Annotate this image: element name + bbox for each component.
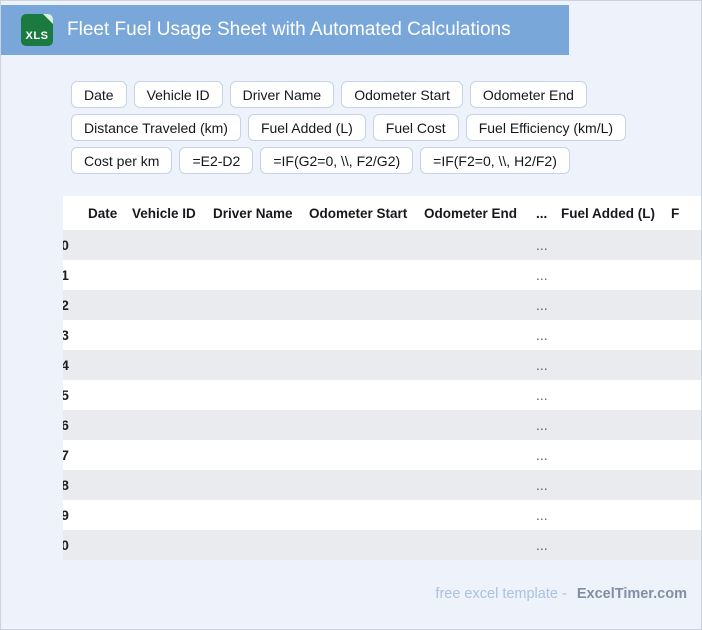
row-clipped-value: 0 [63, 537, 73, 553]
chip-row-2: Distance Traveled (km) Fuel Added (L) Fu… [71, 114, 701, 141]
footer-text: free excel template - [435, 586, 567, 602]
col-header-date: Date [88, 205, 118, 221]
row-ellipsis: ... [536, 447, 548, 463]
row-ellipsis: ... [536, 507, 548, 523]
table-row: 7 ... [63, 440, 701, 470]
chip-fuel-added[interactable]: Fuel Added (L) [247, 114, 366, 141]
chip-date[interactable]: Date [71, 81, 127, 108]
table-row: 0 ... [63, 230, 701, 260]
chip-cost-per-km[interactable]: Cost per km [71, 147, 173, 174]
col-header-fuel-cost-clipped: F [671, 205, 680, 221]
chip-odometer-end[interactable]: Odometer End [469, 81, 587, 108]
row-ellipsis: ... [536, 237, 548, 253]
row-clipped-value: 7 [63, 447, 73, 463]
data-table: Date Vehicle ID Driver Name Odometer Sta… [63, 196, 701, 560]
chip-vehicle-id[interactable]: Vehicle ID [133, 81, 223, 108]
chip-distance-traveled[interactable]: Distance Traveled (km) [71, 114, 241, 141]
table-header-row: Date Vehicle ID Driver Name Odometer Sta… [63, 196, 701, 230]
row-clipped-value: 3 [63, 327, 73, 343]
row-clipped-value: 5 [63, 387, 73, 403]
row-ellipsis: ... [536, 357, 548, 373]
row-clipped-value: 8 [63, 477, 73, 493]
folded-corner-icon [43, 14, 53, 24]
chip-fuel-cost[interactable]: Fuel Cost [372, 114, 459, 141]
col-header-vehicle-id: Vehicle ID [132, 205, 196, 221]
row-clipped-value: 4 [63, 357, 73, 373]
row-ellipsis: ... [536, 327, 548, 343]
table-row: 2 ... [63, 290, 701, 320]
chip-formula-efficiency[interactable]: =IF(G2=0, \\, F2/G2) [260, 147, 414, 174]
row-ellipsis: ... [536, 387, 548, 403]
row-ellipsis: ... [536, 297, 548, 313]
chip-odometer-start[interactable]: Odometer Start [341, 81, 463, 108]
page-title: Fleet Fuel Usage Sheet with Automated Ca… [67, 19, 511, 40]
col-header-ellipsis: ... [536, 205, 548, 221]
chip-fuel-efficiency[interactable]: Fuel Efficiency (km/L) [465, 114, 627, 141]
table-row: 3 ... [63, 320, 701, 350]
table-row: 9 ... [63, 500, 701, 530]
row-ellipsis: ... [536, 537, 548, 553]
table-row: 8 ... [63, 470, 701, 500]
table-row: 6 ... [63, 410, 701, 440]
chip-row-3: Cost per km =E2-D2 =IF(G2=0, \\, F2/G2) … [71, 147, 701, 174]
table-row: 0 ... [63, 530, 701, 560]
chip-formula-distance[interactable]: =E2-D2 [179, 147, 254, 174]
row-clipped-value: 0 [63, 237, 73, 253]
col-header-odometer-end: Odometer End [424, 205, 518, 221]
table-row: 1 ... [63, 260, 701, 290]
row-clipped-value: 2 [63, 297, 73, 313]
row-ellipsis: ... [536, 267, 548, 283]
footer-brand-link[interactable]: ExcelTimer.com [577, 586, 687, 602]
table-row: 5 ... [63, 380, 701, 410]
table-inner: Date Vehicle ID Driver Name Odometer Sta… [63, 196, 701, 560]
row-clipped-value: 1 [63, 267, 73, 283]
row-ellipsis: ... [536, 417, 548, 433]
xls-file-icon: XLS [21, 14, 53, 46]
col-header-driver-name: Driver Name [213, 205, 293, 221]
row-ellipsis: ... [536, 477, 548, 493]
row-clipped-value: 9 [63, 507, 73, 523]
col-header-odometer-start: Odometer Start [309, 205, 408, 221]
header-bar: XLS Fleet Fuel Usage Sheet with Automate… [1, 5, 569, 55]
footer: free excel template - ExcelTimer.com [1, 586, 701, 602]
page: XLS Fleet Fuel Usage Sheet with Automate… [0, 0, 702, 630]
chip-formula-cost-per-km[interactable]: =IF(F2=0, \\, H2/F2) [420, 147, 570, 174]
col-header-fuel-added: Fuel Added (L) [561, 205, 655, 221]
table-row: 4 ... [63, 350, 701, 380]
chip-row-1: Date Vehicle ID Driver Name Odometer Sta… [71, 81, 701, 108]
chip-driver-name[interactable]: Driver Name [229, 81, 335, 108]
row-clipped-value: 6 [63, 417, 73, 433]
xls-icon-label: XLS [25, 30, 49, 42]
field-chips: Date Vehicle ID Driver Name Odometer Sta… [71, 81, 701, 174]
